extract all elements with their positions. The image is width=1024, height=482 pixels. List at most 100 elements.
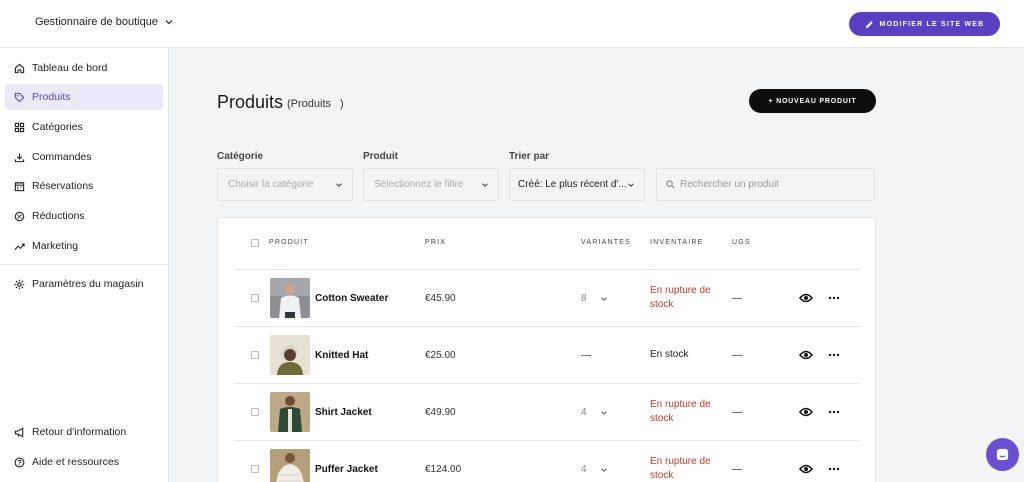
more-options-icon[interactable] <box>828 406 840 418</box>
variants-value: — <box>581 350 591 361</box>
product-filter-placeholder: Sélectionnez le filtre <box>374 179 464 190</box>
product-photo <box>270 449 310 482</box>
table-row[interactable]: Shirt Jacket €49.90 4 En rupture de stoc… <box>235 383 860 440</box>
variants-dropdown[interactable]: 4 <box>581 407 608 418</box>
top-bar: Gestionnaire de boutique MODIFIER LE SIT… <box>0 0 1024 48</box>
product-thumbnail[interactable] <box>270 335 310 375</box>
sidebar-item-categories[interactable]: Catégories <box>5 114 163 140</box>
sort-label: Trier par <box>509 151 550 162</box>
gear-icon <box>14 279 25 289</box>
sidebar-item-store-settings[interactable]: Paramètres du magasin <box>5 271 163 297</box>
product-thumbnail[interactable] <box>270 449 310 482</box>
sort-select[interactable]: Créé: Le plus récent d'... <box>509 168 645 201</box>
sidebar: Tableau de bord Produits Catégories Comm… <box>0 48 169 482</box>
sidebar-item-label: Catégories <box>32 121 83 133</box>
category-select[interactable]: Choisir la catégorie <box>217 168 353 201</box>
page-subtitle: (Produits <box>287 98 332 110</box>
calendar-icon <box>14 181 25 191</box>
chevron-down-icon <box>600 296 607 301</box>
product-search[interactable] <box>656 168 875 201</box>
store-switcher[interactable]: Gestionnaire de boutique <box>35 16 174 28</box>
product-sku: — <box>732 407 742 418</box>
row-checkbox[interactable] <box>251 408 259 416</box>
table-row[interactable]: Knitted Hat €25.00 — En stock — <box>235 326 860 383</box>
product-name[interactable]: Cotton Sweater <box>315 293 388 304</box>
sidebar-item-label: Paramètres du magasin <box>32 278 144 290</box>
home-icon <box>14 63 25 73</box>
product-price: €25.00 <box>425 350 456 361</box>
sidebar-item-label: Tableau de bord <box>32 62 108 74</box>
sidebar-item-label: Aide et ressources <box>32 456 119 468</box>
column-header-product: PRODUIT <box>269 239 309 246</box>
column-header-inventory: INVENTAIRE <box>650 239 704 246</box>
product-sku: — <box>732 464 742 475</box>
product-thumbnail[interactable] <box>270 278 310 318</box>
product-name[interactable]: Shirt Jacket <box>315 407 372 418</box>
page-subtitle-close: ) <box>340 98 344 110</box>
product-photo <box>270 278 310 318</box>
more-options-icon[interactable] <box>828 463 840 475</box>
chevron-down-icon <box>165 20 173 25</box>
inventory-status: En stock <box>650 349 689 360</box>
eye-icon[interactable] <box>799 463 813 475</box>
sidebar-item-discounts[interactable]: Réductions <box>5 203 163 229</box>
product-thumbnail[interactable] <box>270 392 310 432</box>
sidebar-item-label: Produits <box>32 91 71 103</box>
variants-dropdown[interactable]: 8 <box>581 293 608 304</box>
sidebar-item-label: Commandes <box>32 151 92 163</box>
inventory-status: En rupture de stock <box>650 456 711 481</box>
product-price: €49.90 <box>425 407 456 418</box>
search-input[interactable] <box>680 179 860 190</box>
column-header-variants: VARIANTES <box>581 239 631 246</box>
eye-icon[interactable] <box>799 292 813 304</box>
eye-icon[interactable] <box>799 349 813 361</box>
new-product-button[interactable]: + NOUVEAU PRODUIT <box>749 89 876 113</box>
row-checkbox[interactable] <box>251 294 259 302</box>
products-table: PRODUIT PRIX VARIANTES INVENTAIRE UGS Co… <box>217 217 876 482</box>
sidebar-item-label: Retour d'information <box>32 426 127 438</box>
variant-count: 4 <box>581 407 587 418</box>
edit-website-label: MODIFIER LE SITE WEB <box>879 20 985 28</box>
sidebar-item-dashboard[interactable]: Tableau de bord <box>5 55 163 81</box>
product-filter-select[interactable]: Sélectionnez le filtre <box>363 168 499 201</box>
product-name[interactable]: Puffer Jacket <box>315 464 378 475</box>
chat-support-button[interactable] <box>986 438 1019 471</box>
column-header-sku: UGS <box>732 239 751 246</box>
tag-icon <box>14 92 25 102</box>
download-icon <box>14 152 25 162</box>
table-row[interactable]: Cotton Sweater €45.90 8 En rupture de st… <box>235 269 860 326</box>
variants-dropdown[interactable]: 4 <box>581 464 608 475</box>
sort-select-value: Créé: Le plus récent d'... <box>518 179 627 190</box>
product-price: €124.00 <box>425 464 462 475</box>
variant-count: 4 <box>581 464 587 475</box>
sidebar-item-marketing[interactable]: Marketing <box>5 233 163 259</box>
more-options-icon[interactable] <box>828 349 840 361</box>
select-all-checkbox[interactable] <box>251 239 259 247</box>
sidebar-item-reservations[interactable]: Réservations <box>5 173 163 199</box>
sidebar-item-orders[interactable]: Commandes <box>5 144 163 170</box>
variant-count: 8 <box>581 293 587 304</box>
chevron-down-icon <box>600 467 607 472</box>
product-sku: — <box>732 293 742 304</box>
column-header-price: PRIX <box>425 239 447 246</box>
main-content: Produits (Produits ) + NOUVEAU PRODUIT C… <box>169 48 1024 482</box>
sidebar-item-help[interactable]: Aide et ressources <box>5 449 163 475</box>
variant-count: — <box>581 350 591 361</box>
sidebar-item-products[interactable]: Produits <box>5 84 163 110</box>
product-photo <box>270 392 310 432</box>
sidebar-item-label: Réductions <box>32 210 85 222</box>
row-checkbox[interactable] <box>251 351 259 359</box>
help-icon <box>14 457 25 467</box>
sidebar-item-feedback[interactable]: Retour d'information <box>5 419 163 445</box>
eye-icon[interactable] <box>799 406 813 418</box>
product-name[interactable]: Knitted Hat <box>315 350 368 361</box>
more-options-icon[interactable] <box>828 292 840 304</box>
table-row[interactable]: Puffer Jacket €124.00 4 En rupture de st… <box>235 440 860 482</box>
edit-website-button[interactable]: MODIFIER LE SITE WEB <box>849 12 1000 36</box>
product-price: €45.90 <box>425 293 456 304</box>
row-checkbox[interactable] <box>251 465 259 473</box>
sidebar-item-label: Réservations <box>32 180 94 192</box>
search-icon <box>666 180 675 189</box>
inventory-status: En rupture de stock <box>650 399 711 424</box>
product-sku: — <box>732 350 742 361</box>
